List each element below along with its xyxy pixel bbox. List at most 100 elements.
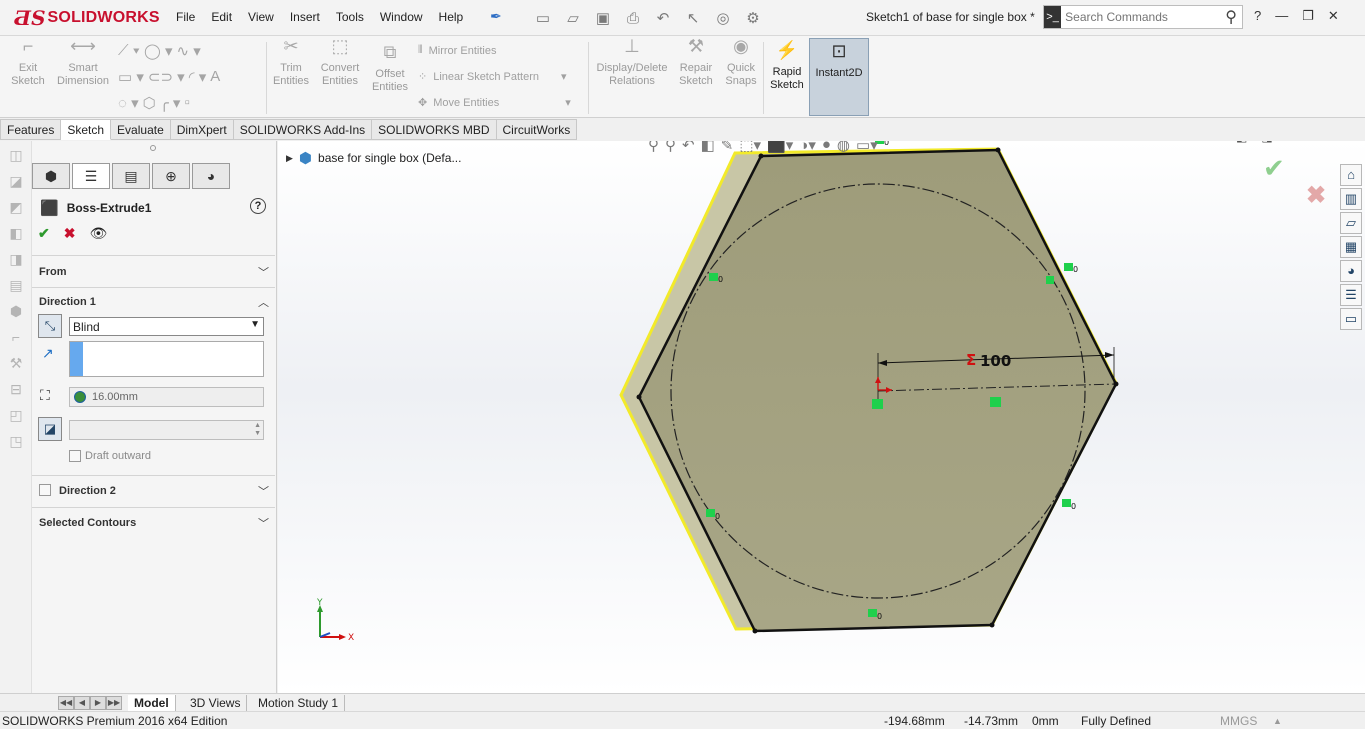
menu-insert[interactable]: Insert: [290, 10, 320, 24]
menu-window[interactable]: Window: [380, 10, 423, 24]
design-library-icon[interactable]: ▥: [1340, 188, 1362, 210]
menu-edit[interactable]: Edit: [211, 10, 232, 24]
relation-icon[interactable]: [1062, 499, 1071, 507]
viewport-restore-icon[interactable]: ❐: [1313, 141, 1324, 144]
new-document-icon[interactable]: ▭: [530, 7, 556, 29]
apply-scene-icon[interactable]: ◍: [837, 141, 850, 154]
revolved-boss-icon[interactable]: ◪: [6, 173, 26, 193]
sketch-point[interactable]: [758, 153, 764, 159]
save-icon[interactable]: ▣: [590, 7, 616, 29]
linear-sketch-pattern-button[interactable]: ⁘ Linear Sketch Pattern ▾: [418, 70, 567, 84]
view-settings-icon[interactable]: ▭▾: [856, 141, 878, 154]
relation-icon[interactable]: [706, 509, 715, 517]
viewport-close-icon[interactable]: ✕: [1337, 141, 1347, 144]
dynamic-annotation-icon[interactable]: ✎: [721, 141, 734, 154]
pattern-icon[interactable]: ⚒: [6, 355, 26, 375]
menu-tools[interactable]: Tools: [336, 10, 364, 24]
draft-angle-field[interactable]: ▲ ▼: [69, 420, 264, 440]
unit-system[interactable]: MMGS: [1220, 714, 1257, 728]
menu-help[interactable]: Help: [439, 10, 464, 24]
slot-icon[interactable]: ⊂⊃ ▾: [148, 68, 185, 86]
direction2-checkbox[interactable]: [39, 484, 51, 496]
depth-field[interactable]: 16.00mm: [69, 387, 264, 407]
configuration-manager-tab-icon[interactable]: ▤: [112, 163, 150, 189]
collapse-right-icon[interactable]: ◨: [1261, 141, 1272, 144]
unit-system-arrow-icon[interactable]: ▲: [1273, 716, 1282, 726]
dimension-value[interactable]: 100: [980, 352, 1011, 370]
coincident-relation-icon[interactable]: [872, 399, 883, 409]
offset-entities-button[interactable]: ⧉ Offset Entities: [370, 43, 410, 94]
help-icon[interactable]: ?: [250, 198, 266, 214]
next-tab-icon[interactable]: ▶: [90, 696, 106, 710]
tab-addins[interactable]: SOLIDWORKS Add-Ins: [233, 119, 373, 140]
tab-evaluate[interactable]: Evaluate: [111, 119, 171, 140]
circle-icon[interactable]: ◯ ▾: [144, 42, 172, 60]
tangent-relation-icon[interactable]: [1046, 276, 1054, 284]
edit-appearance-icon[interactable]: ●: [822, 141, 831, 154]
first-tab-icon[interactable]: ◀◀: [58, 696, 74, 710]
display-delete-relations-button[interactable]: ⊥ Display/Delete Relations: [592, 37, 672, 88]
print-icon[interactable]: ⎙: [620, 7, 646, 29]
rib-icon[interactable]: ⊟: [6, 381, 26, 401]
chevron-down-icon[interactable]: ▾: [561, 70, 567, 83]
chevron-down-icon[interactable]: ﹀: [258, 483, 269, 499]
view-orientation-icon[interactable]: ⬚▾: [739, 141, 761, 154]
repair-sketch-button[interactable]: ⚒ Repair Sketch: [676, 37, 716, 88]
help-question-icon[interactable]: ?: [1254, 8, 1261, 24]
chevron-down-icon[interactable]: ▾: [565, 96, 571, 109]
viewport-minimize-icon[interactable]: —: [1287, 141, 1299, 144]
open-folder-icon[interactable]: ▱: [560, 7, 586, 29]
prev-tab-icon[interactable]: ◀: [74, 696, 90, 710]
extruded-cut-icon[interactable]: ▤: [6, 277, 26, 297]
trim-entities-button[interactable]: ✂ Trim Entities: [270, 37, 312, 88]
custom-properties-icon[interactable]: ☰: [1340, 284, 1362, 306]
link-to-global-icon[interactable]: [74, 391, 86, 403]
previous-view-icon[interactable]: ↶: [682, 141, 695, 154]
solidworks-logo[interactable]: ƋS SOLIDWORKS: [14, 6, 160, 30]
menu-view[interactable]: View: [248, 10, 274, 24]
sketch-point[interactable]: [752, 628, 758, 634]
rectangle-icon[interactable]: ▭ ▾: [118, 68, 144, 86]
relation-icon[interactable]: [1064, 263, 1073, 271]
display-style-icon[interactable]: ⬛▾: [767, 141, 793, 154]
menu-file[interactable]: File: [176, 10, 195, 24]
tab-features[interactable]: Features: [0, 119, 62, 140]
dimxpert-manager-tab-icon[interactable]: ⊕: [152, 163, 190, 189]
search-input[interactable]: [1061, 10, 1221, 24]
quick-snaps-button[interactable]: ◉ Quick Snaps: [722, 37, 760, 88]
instant2d-button[interactable]: ⊡ Instant2D: [809, 38, 869, 116]
minimize-icon[interactable]: —: [1275, 8, 1288, 24]
section-selected-contours[interactable]: Selected Contours ﹀: [32, 507, 275, 537]
fillet-icon[interactable]: ╭ ▾: [160, 94, 181, 112]
zoom-to-fit-icon[interactable]: ⚲: [648, 141, 659, 154]
convert-entities-button[interactable]: ⬚ Convert Entities: [318, 37, 362, 88]
magnifier-icon[interactable]: ⚲: [1220, 7, 1242, 27]
undo-icon[interactable]: ↶: [650, 7, 676, 29]
smart-dimension-button[interactable]: ⟷ Smart Dimension: [54, 37, 112, 88]
chevron-down-icon[interactable]: ﹀: [258, 515, 269, 531]
mirror-feature-icon[interactable]: ◳: [6, 433, 26, 453]
tab-dimxpert[interactable]: DimXpert: [170, 119, 234, 140]
boundary-boss-icon[interactable]: ◨: [6, 251, 26, 271]
polygon-icon[interactable]: ⬡: [143, 94, 156, 112]
sketch-point[interactable]: [636, 394, 642, 400]
text-icon[interactable]: A: [210, 68, 220, 86]
spline-icon[interactable]: ∿ ▾: [176, 42, 200, 60]
relation-icon[interactable]: [868, 609, 877, 617]
draft-toggle-icon[interactable]: ◪: [38, 417, 62, 441]
ok-check-icon[interactable]: ✔: [38, 225, 50, 242]
shell-icon[interactable]: ◰: [6, 407, 26, 427]
move-entities-button[interactable]: ✥ Move Entities ▾: [418, 96, 571, 110]
hole-wizard-icon[interactable]: ⬢: [6, 303, 26, 323]
section-view-icon[interactable]: ◧: [701, 141, 715, 154]
restore-icon[interactable]: ❐: [1302, 8, 1314, 24]
preview-eye-icon[interactable]: 👁: [89, 225, 107, 242]
confirmation-ok-icon[interactable]: ✔: [1263, 153, 1285, 184]
cancel-x-icon[interactable]: ✖: [64, 225, 76, 242]
tab-model[interactable]: Model: [128, 695, 176, 711]
swept-boss-icon[interactable]: ◩: [6, 199, 26, 219]
spinner-icon[interactable]: ▲ ▼: [254, 422, 261, 438]
draft-outward-checkbox[interactable]: Draft outward: [69, 450, 151, 462]
tab-motion-study[interactable]: Motion Study 1: [252, 695, 346, 711]
direction-selection-box[interactable]: [69, 341, 264, 377]
